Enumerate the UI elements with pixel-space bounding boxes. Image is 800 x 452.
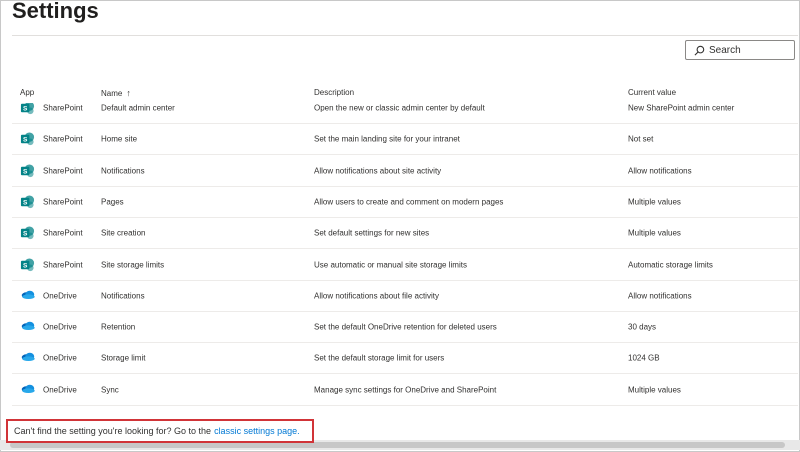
footer-text: Can't find the setting you're looking fo… (14, 426, 212, 436)
svg-text:S: S (23, 168, 28, 175)
table-header: App Name ↑ Description Current value (12, 80, 798, 104)
search-icon (694, 45, 705, 55)
setting-current-value: Automatic storage limits (628, 260, 713, 269)
setting-description: Set default settings for new sites (314, 228, 430, 238)
settings-list: S SharePoint Default admin center Open the … (12, 103, 798, 408)
table-row[interactable]: OneDrive Storage limit Set the default sto… (12, 343, 798, 375)
setting-description: Allow users to create and comment on mod… (314, 197, 504, 207)
table-row[interactable]: OneDrive Sync Manage sync settings for One… (12, 375, 798, 406)
setting-name[interactable]: Default admin center (101, 104, 175, 113)
app-name: SharePoint (43, 260, 83, 269)
setting-current-value: Allow notifications (628, 166, 692, 176)
setting-name[interactable]: Storage limit (101, 354, 145, 363)
app-name: SharePoint (43, 228, 83, 238)
column-header-app[interactable]: App (20, 88, 34, 97)
setting-name[interactable]: Site creation (101, 229, 145, 238)
onedrive-icon (20, 288, 35, 303)
classic-settings-callout: Can't find the setting you're looking fo… (6, 419, 314, 443)
sharepoint-icon: S (20, 194, 35, 209)
onedrive-icon (20, 320, 35, 335)
setting-current-value: New SharePoint admin center (628, 103, 735, 113)
table-row[interactable]: S SharePoint Notifications Allow notificati… (12, 156, 798, 187)
setting-current-value: Multiple values (628, 228, 681, 238)
title-divider (12, 35, 798, 36)
app-name: SharePoint (43, 166, 83, 176)
setting-current-value: Multiple values (628, 197, 681, 207)
setting-current-value: 30 days (628, 322, 657, 332)
sort-ascending-icon: ↑ (126, 88, 131, 98)
table-row[interactable]: S SharePoint Home site Set the main landing… (12, 124, 798, 156)
app-name: OneDrive (43, 385, 77, 395)
sharepoint-icon: S (20, 226, 35, 241)
setting-current-value: Multiple values (628, 385, 681, 395)
search-box[interactable]: Search (685, 40, 795, 60)
setting-description: Set the default OneDrive retention for d… (314, 322, 497, 332)
column-header-name-label: Name (101, 89, 123, 98)
table-row[interactable]: S SharePoint Site storage limits Use automa… (12, 250, 798, 281)
app-name: OneDrive (43, 291, 77, 301)
app-name: SharePoint (43, 134, 83, 144)
table-row[interactable]: S SharePoint Pages Allow users to create an… (12, 187, 798, 218)
column-header-current-value[interactable]: Current value (628, 88, 676, 97)
column-header-name[interactable]: Name ↑ (101, 88, 131, 98)
sharepoint-icon: S (20, 132, 35, 147)
svg-text:S: S (23, 105, 28, 112)
setting-name[interactable]: Notifications (101, 166, 145, 175)
column-header-description[interactable]: Description (314, 88, 354, 97)
app-name: SharePoint (43, 103, 83, 113)
table-row[interactable]: S SharePoint Site creation Set default sett… (12, 218, 798, 250)
onedrive-icon (20, 382, 35, 397)
setting-name[interactable]: Site storage limits (101, 260, 164, 269)
search-label: Search (709, 44, 741, 56)
sharepoint-icon: S (20, 103, 35, 116)
svg-text:S: S (23, 137, 28, 144)
setting-current-value: Allow notifications (628, 291, 692, 301)
setting-name[interactable]: Pages (101, 197, 124, 206)
setting-description: Manage sync settings for OneDrive and Sh… (314, 385, 497, 395)
setting-name[interactable]: Sync (101, 385, 119, 394)
setting-name[interactable]: Home site (101, 135, 137, 144)
setting-current-value: 1024 GB (628, 353, 660, 363)
setting-description: Set the main landing site for your intra… (314, 134, 460, 144)
sharepoint-icon: S (20, 257, 35, 272)
setting-current-value: Not set (628, 134, 654, 144)
table-row[interactable]: OneDrive Notifications Allow notifications… (12, 281, 798, 312)
table-row[interactable]: OneDrive Retention Set the default OneDriv… (12, 312, 798, 344)
setting-description: Open the new or classic admin center by … (314, 103, 485, 113)
setting-description: Use automatic or manual site storage lim… (314, 260, 467, 269)
onedrive-icon (20, 351, 35, 366)
setting-description: Set the default storage limit for users (314, 353, 445, 363)
sharepoint-icon: S (20, 163, 35, 178)
page-title: Settings (12, 0, 99, 23)
setting-description: Allow notifications about site activity (314, 166, 442, 176)
app-name: SharePoint (43, 197, 83, 207)
setting-name[interactable]: Retention (101, 323, 135, 332)
app-name: OneDrive (43, 353, 77, 363)
setting-name[interactable]: Notifications (101, 291, 145, 300)
svg-text:S: S (23, 199, 28, 206)
svg-text:S: S (23, 231, 28, 238)
setting-description: Allow notifications about file activity (314, 291, 439, 301)
svg-text:S: S (23, 262, 28, 269)
table-row[interactable]: S SharePoint Default admin center Open the … (12, 103, 798, 124)
classic-settings-link[interactable]: classic settings page. (214, 426, 300, 436)
app-name: OneDrive (43, 322, 77, 332)
